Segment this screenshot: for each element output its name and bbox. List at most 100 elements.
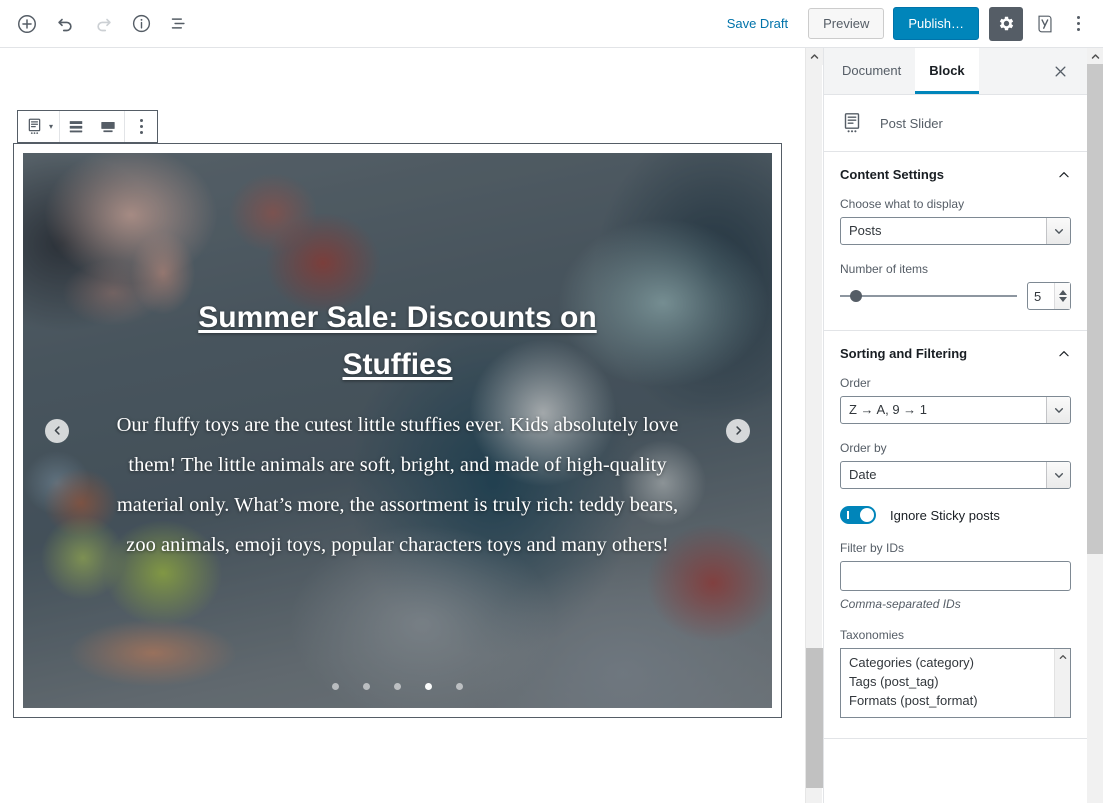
- order-label: Order: [840, 376, 871, 390]
- slider-slide[interactable]: Summer Sale: Discounts on Stuffies Our f…: [23, 153, 772, 708]
- slider-next-icon[interactable]: [726, 418, 750, 443]
- stepper-arrows[interactable]: [1054, 283, 1070, 309]
- choose-display-select-wrap: Posts: [840, 217, 1071, 245]
- filter-by-ids-label: Filter by IDs: [840, 541, 905, 555]
- number-of-items-row: [840, 282, 1071, 310]
- field-taxonomies: Taxonomies Categories (category) Tags (p…: [840, 628, 1071, 718]
- chevron-up-icon: [1057, 347, 1071, 361]
- add-block-icon[interactable]: [9, 6, 45, 42]
- preview-button[interactable]: Preview: [808, 7, 885, 40]
- list-item[interactable]: Categories (category): [841, 653, 1070, 672]
- post-slider-icon[interactable]: [18, 111, 50, 142]
- number-of-items-label: Number of items: [840, 262, 929, 276]
- yoast-seo-icon[interactable]: [1029, 7, 1061, 41]
- order-select[interactable]: Z → A, 9 → 1: [840, 396, 1071, 424]
- vertical-dots: [1076, 16, 1080, 31]
- choose-display-label: Choose what to display: [840, 197, 965, 211]
- taxonomies-scrollbar[interactable]: [1054, 649, 1070, 717]
- chevron-down-icon[interactable]: ▾: [49, 122, 59, 131]
- toggle-knob: [860, 508, 874, 522]
- editor-root: Save Draft Preview Publish… ▾ Summer Sal…: [0, 0, 1103, 803]
- panel-content-settings-header[interactable]: Content Settings: [824, 152, 1087, 197]
- undo-icon[interactable]: [47, 6, 83, 42]
- slider-dot[interactable]: [394, 683, 401, 690]
- choose-display-select[interactable]: Posts: [840, 217, 1071, 245]
- sidebar-scrollbar[interactable]: [1087, 48, 1103, 803]
- block-card-title: Post Slider: [880, 115, 943, 131]
- block-more-options-icon[interactable]: [125, 111, 157, 142]
- taxonomies-list: Categories (category) Tags (post_tag) Fo…: [841, 649, 1070, 710]
- ignore-sticky-toggle[interactable]: [840, 506, 876, 524]
- block-type-group: ▾: [18, 111, 61, 142]
- sidebar-scrollbar-thumb[interactable]: [1087, 64, 1103, 554]
- number-of-items-input[interactable]: [1028, 283, 1054, 309]
- field-choose-display: Choose what to display Posts: [840, 197, 1071, 245]
- slider-track: [840, 295, 1017, 297]
- alignment-group: [60, 111, 126, 142]
- field-filter-by-ids: Filter by IDs Comma-separated IDs: [840, 541, 1071, 611]
- save-draft-button[interactable]: Save Draft: [717, 10, 798, 37]
- field-number-of-items: Number of items: [840, 262, 1071, 310]
- panel-sorting-filtering-header[interactable]: Sorting and Filtering: [824, 331, 1087, 376]
- slider-dot-active[interactable]: [425, 683, 432, 690]
- number-of-items-slider[interactable]: [840, 287, 1017, 305]
- redo-icon[interactable]: [85, 6, 121, 42]
- scroll-up-icon[interactable]: [806, 48, 823, 65]
- filter-by-ids-help: Comma-separated IDs: [840, 597, 961, 611]
- more-options-icon[interactable]: [1063, 7, 1093, 41]
- ignore-sticky-label: Ignore Sticky posts: [890, 507, 1000, 523]
- post-slider-block[interactable]: ▾ Summer Sale: Discounts on Stuffies Our…: [13, 110, 782, 718]
- block-navigation-icon[interactable]: [161, 6, 197, 42]
- block-frame: Summer Sale: Discounts on Stuffies Our f…: [13, 143, 782, 718]
- tab-document[interactable]: Document: [828, 48, 915, 94]
- tab-block[interactable]: Block: [915, 48, 979, 94]
- toggle-bar: [847, 511, 849, 519]
- order-select-wrap: Z → A, 9 → 1: [840, 396, 1071, 424]
- list-item[interactable]: Formats (post_format): [841, 691, 1070, 710]
- scroll-up-icon[interactable]: [1055, 649, 1070, 665]
- panel-title: Sorting and Filtering: [840, 346, 968, 361]
- scroll-up-icon[interactable]: [1087, 48, 1103, 64]
- list-item[interactable]: Tags (post_tag): [841, 672, 1070, 691]
- settings-sidebar: Document Block Post Slider Content Setti…: [823, 48, 1087, 803]
- canvas-scrollbar[interactable]: [805, 48, 823, 803]
- stepper-up-icon[interactable]: [1058, 290, 1067, 295]
- slider-prev-icon[interactable]: [45, 418, 69, 443]
- close-icon[interactable]: [1043, 54, 1077, 88]
- field-order: Order Z → A, 9 → 1: [840, 376, 1071, 424]
- taxonomies-label: Taxonomies: [840, 628, 905, 642]
- slider-thumb[interactable]: [850, 290, 862, 302]
- stepper-down-icon[interactable]: [1058, 297, 1067, 302]
- slide-title-link[interactable]: Summer Sale: Discounts on Stuffies: [148, 295, 648, 388]
- vertical-dots: [139, 119, 143, 134]
- panel-title: Content Settings: [840, 167, 944, 182]
- align-full-icon[interactable]: [92, 111, 124, 142]
- field-ignore-sticky: Ignore Sticky posts: [840, 506, 1071, 524]
- order-by-select[interactable]: Date: [840, 461, 1071, 489]
- panel-content-settings-body: Choose what to display Posts Number of i…: [824, 197, 1087, 330]
- align-wide-icon[interactable]: [60, 111, 92, 142]
- filter-by-ids-input[interactable]: [840, 561, 1071, 591]
- sidebar-tabs: Document Block: [824, 48, 1087, 95]
- panel-content-settings: Content Settings Choose what to display …: [824, 152, 1087, 331]
- gear-icon[interactable]: [989, 6, 1023, 41]
- taxonomies-listbox[interactable]: Categories (category) Tags (post_tag) Fo…: [840, 648, 1071, 718]
- publish-button[interactable]: Publish…: [893, 6, 979, 41]
- number-of-items-stepper[interactable]: [1027, 282, 1071, 310]
- slide-excerpt: Our fluffy toys are the cutest little st…: [116, 414, 679, 556]
- top-bar-right-tools: Save Draft Preview Publish…: [717, 6, 1103, 41]
- chevron-up-icon: [1057, 168, 1071, 182]
- slider-dot[interactable]: [363, 683, 370, 690]
- canvas-scrollbar-thumb[interactable]: [806, 648, 823, 788]
- panel-sorting-filtering-body: Order Z → A, 9 → 1 Order by Date Ignore …: [824, 376, 1087, 738]
- slider-dot[interactable]: [332, 683, 339, 690]
- top-bar-left-tools: [0, 6, 198, 42]
- post-slider-icon: [840, 111, 864, 135]
- block-card: Post Slider: [824, 95, 1087, 152]
- slider-pagination: [23, 683, 772, 690]
- slider-dot[interactable]: [456, 683, 463, 690]
- slide-content: Summer Sale: Discounts on Stuffies Our f…: [23, 153, 772, 708]
- order-by-label: Order by: [840, 441, 887, 455]
- info-icon[interactable]: [123, 6, 159, 42]
- order-by-select-wrap: Date: [840, 461, 1071, 489]
